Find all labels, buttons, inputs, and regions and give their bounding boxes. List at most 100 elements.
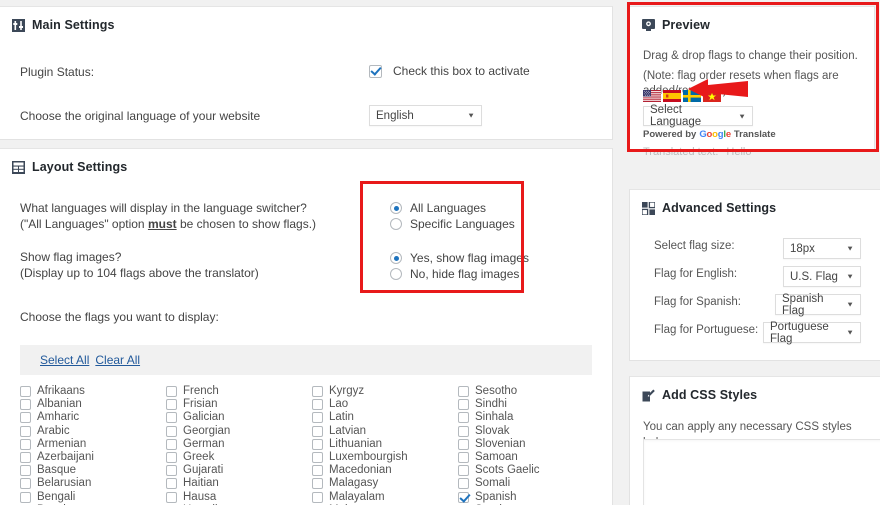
css-styles-textarea[interactable] xyxy=(643,439,880,505)
advanced-setting-select[interactable]: U.S. Flag ▼ xyxy=(783,266,861,287)
radio-hide-flags-input[interactable] xyxy=(390,268,402,280)
language-checkbox[interactable] xyxy=(458,386,469,398)
language-checkbox-item[interactable]: Malayalam xyxy=(312,491,408,504)
language-checkbox[interactable] xyxy=(312,412,323,424)
language-checkbox-item[interactable]: Latvian xyxy=(312,425,408,438)
language-checkbox[interactable] xyxy=(20,478,31,490)
advanced-setting-select[interactable]: 18px ▼ xyxy=(783,238,861,259)
language-checkbox[interactable] xyxy=(458,438,469,450)
language-checkbox-item[interactable]: Gujarati xyxy=(166,464,230,477)
language-checkbox[interactable] xyxy=(20,491,31,503)
language-name-label: Samoan xyxy=(475,451,518,464)
language-checkbox[interactable] xyxy=(312,491,323,503)
clear-all-link[interactable]: Clear All xyxy=(95,353,140,367)
language-checkbox[interactable] xyxy=(20,425,31,437)
language-checkbox[interactable] xyxy=(20,452,31,464)
language-checkbox-item[interactable]: Slovak xyxy=(458,425,540,438)
language-name-label: Latvian xyxy=(329,424,367,437)
language-checkbox-item[interactable]: Armenian xyxy=(20,438,94,451)
spain-flag-icon[interactable] xyxy=(663,90,681,102)
language-checkbox-item[interactable]: Sesotho xyxy=(458,385,540,398)
language-checkbox-item[interactable]: French xyxy=(166,385,230,398)
language-column: Sesotho Sindhi Sinhala Slovak Slovenian Samoa… xyxy=(458,385,540,505)
language-checkbox-item[interactable]: Sindhi xyxy=(458,398,540,411)
language-checkbox-item[interactable]: Kyrgyz xyxy=(312,385,408,398)
preview-language-select[interactable]: Select Language ▼ xyxy=(643,104,753,128)
language-checkbox[interactable] xyxy=(458,452,469,464)
language-checkbox-item[interactable]: German xyxy=(166,438,230,451)
language-checkbox[interactable] xyxy=(166,438,177,450)
language-checkbox-item[interactable]: Azerbaijani xyxy=(20,451,94,464)
language-name-label: Sinhala xyxy=(475,411,514,424)
language-checkbox[interactable] xyxy=(312,386,323,398)
chevron-down-icon: ▼ xyxy=(467,111,475,120)
language-checkbox[interactable] xyxy=(20,465,31,477)
advanced-setting-select[interactable]: Portuguese Flag ▼ xyxy=(763,321,861,345)
language-checkbox[interactable] xyxy=(166,386,177,398)
language-checkbox[interactable] xyxy=(166,399,177,411)
activate-checkbox-row[interactable]: Check this box to activate xyxy=(369,63,530,79)
radio-specific-languages-input[interactable] xyxy=(390,218,402,230)
language-checkbox-item[interactable]: Haitian xyxy=(166,477,230,490)
original-language-select[interactable]: English ▼ xyxy=(369,105,482,126)
language-name-label: Luxembourgish xyxy=(329,451,408,464)
language-checkbox-item[interactable]: Slovenian xyxy=(458,438,540,451)
language-checkbox[interactable] xyxy=(312,438,323,450)
language-checkbox[interactable] xyxy=(312,425,323,437)
language-checkbox-item[interactable]: Samoan xyxy=(458,451,540,464)
language-checkbox[interactable] xyxy=(458,478,469,490)
language-checkbox-item[interactable]: Scots Gaelic xyxy=(458,464,540,477)
language-checkbox[interactable] xyxy=(312,465,323,477)
language-checkbox[interactable] xyxy=(20,438,31,450)
language-checkbox-item[interactable]: Frisian xyxy=(166,398,230,411)
language-checkbox[interactable] xyxy=(20,386,31,398)
advanced-setting-select[interactable]: Spanish Flag ▼ xyxy=(775,293,861,317)
language-checkbox-item[interactable]: Malagasy xyxy=(312,477,408,490)
language-checkbox-item[interactable]: Greek xyxy=(166,451,230,464)
radio-all-languages-input[interactable] xyxy=(390,202,402,214)
language-checkbox-item[interactable]: Somali xyxy=(458,477,540,490)
radio-specific-languages[interactable]: Specific Languages xyxy=(390,216,515,232)
language-checkbox-item[interactable]: Sinhala xyxy=(458,411,540,424)
language-checkbox[interactable] xyxy=(20,412,31,424)
language-checkbox-item[interactable]: Arabic xyxy=(20,425,94,438)
language-checkbox[interactable] xyxy=(166,412,177,424)
language-checkbox[interactable] xyxy=(312,478,323,490)
language-checkbox-item[interactable]: Lithuanian xyxy=(312,438,408,451)
radio-all-languages[interactable]: All Languages xyxy=(390,200,515,216)
select-all-link[interactable]: Select All xyxy=(40,353,89,367)
language-checkbox-item[interactable]: Luxembourgish xyxy=(312,451,408,464)
language-checkbox-item[interactable]: Belarusian xyxy=(20,477,94,490)
language-checkbox[interactable] xyxy=(312,399,323,411)
language-checkbox-item[interactable]: Albanian xyxy=(20,398,94,411)
language-checkbox[interactable] xyxy=(458,425,469,437)
language-checkbox[interactable] xyxy=(458,491,469,503)
radio-show-flags-input[interactable] xyxy=(390,252,402,264)
language-checkbox-item[interactable]: Galician xyxy=(166,411,230,424)
language-checkbox-item[interactable]: Spanish xyxy=(458,491,540,504)
us-flag-icon[interactable] xyxy=(643,90,661,102)
language-checkbox[interactable] xyxy=(166,452,177,464)
language-checkbox-item[interactable]: Latin xyxy=(312,411,408,424)
language-checkbox[interactable] xyxy=(166,465,177,477)
activate-checkbox[interactable] xyxy=(369,64,382,78)
language-checkbox-item[interactable]: Georgian xyxy=(166,425,230,438)
radio-hide-flags[interactable]: No, hide flag images xyxy=(390,266,529,282)
language-checkbox[interactable] xyxy=(166,425,177,437)
css-styles-panel: Add CSS Styles You can apply any necessa… xyxy=(629,376,880,505)
language-checkbox-item[interactable]: Bengali xyxy=(20,491,94,504)
language-checkbox[interactable] xyxy=(458,465,469,477)
language-checkbox-item[interactable]: Macedonian xyxy=(312,464,408,477)
language-checkbox[interactable] xyxy=(20,399,31,411)
language-checkbox-item[interactable]: Hausa xyxy=(166,491,230,504)
language-checkbox-item[interactable]: Lao xyxy=(312,398,408,411)
language-checkbox[interactable] xyxy=(166,478,177,490)
language-checkbox-item[interactable]: Afrikaans xyxy=(20,385,94,398)
language-checkbox[interactable] xyxy=(312,452,323,464)
language-checkbox-item[interactable]: Amharic xyxy=(20,411,94,424)
radio-show-flags[interactable]: Yes, show flag images xyxy=(390,250,529,266)
language-checkbox[interactable] xyxy=(458,399,469,411)
language-checkbox-item[interactable]: Basque xyxy=(20,464,94,477)
language-checkbox[interactable] xyxy=(166,491,177,503)
language-checkbox[interactable] xyxy=(458,412,469,424)
